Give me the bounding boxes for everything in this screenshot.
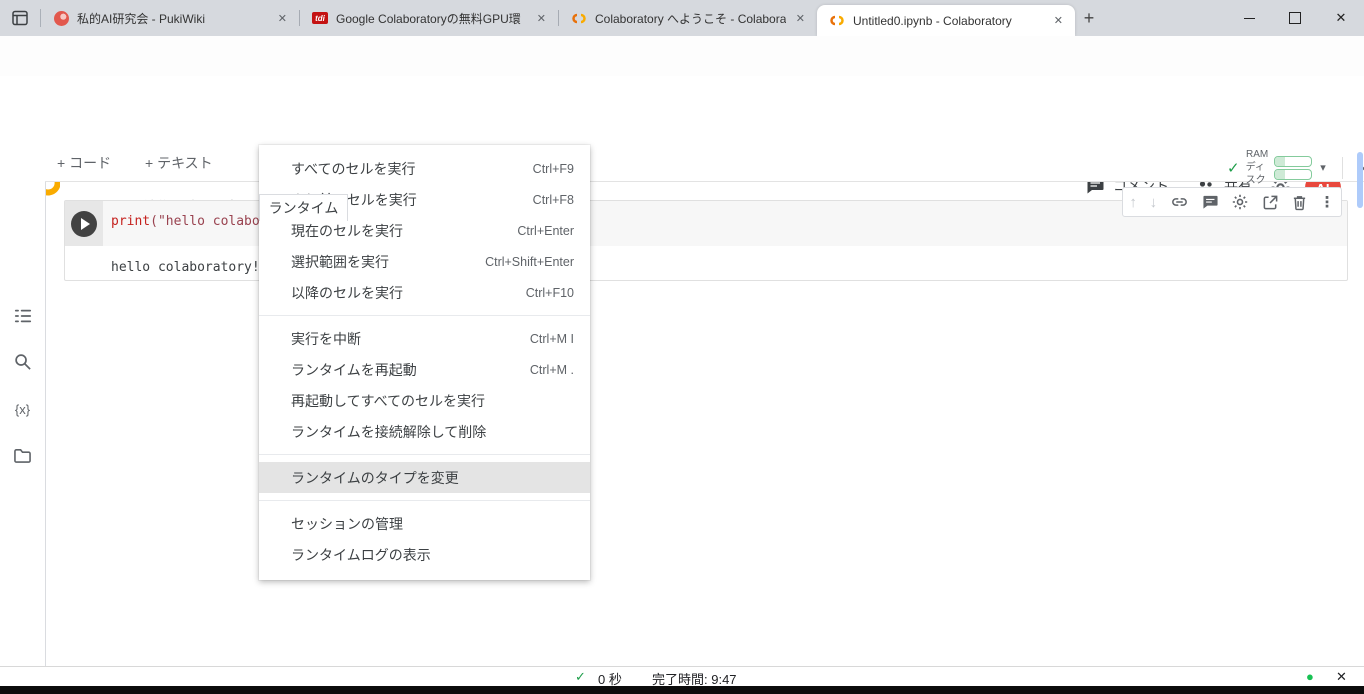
add-code-button[interactable]: + コード [57,153,111,173]
search-icon[interactable] [0,352,45,371]
menu-item-interrupt[interactable]: 実行を中断Ctrl+M I [259,323,590,354]
browser-tab-pukiwiki[interactable]: 私的AI研究会 - PukiWiki ✕ [41,0,299,36]
menu-divider [259,315,590,316]
add-text-button[interactable]: + テキスト [145,153,213,173]
browser-tab-bar: 私的AI研究会 - PukiWiki ✕ tdi Google Colabora… [0,0,1364,36]
menu-item-view-runtime-logs[interactable]: ランタイムログの表示 [259,539,590,570]
disk-gauge [1274,169,1312,180]
cell-toolbar: ↑ ↓ ⋮ [1122,187,1342,217]
window-close-button[interactable]: ✕ [1318,0,1364,36]
scrollbar-thumb[interactable] [1357,152,1363,208]
menu-item-run-all[interactable]: すべてのセルを実行Ctrl+F9 [259,153,590,184]
minimize-icon [1244,18,1255,19]
tab-overview-button[interactable] [0,0,40,36]
cell-gutter [65,201,103,246]
tab-close-icon[interactable]: ✕ [1052,14,1065,27]
variables-icon[interactable]: {x} [0,402,45,417]
tab-close-icon[interactable]: ✕ [794,12,807,25]
ram-gauge [1274,156,1312,167]
delete-cell-icon[interactable] [1292,194,1307,211]
menu-item-disconnect-delete[interactable]: ランタイムを接続解除して削除 [259,416,590,447]
tab-title: Google Colaboratoryの無料GPU環 [336,10,527,27]
status-dot-icon: ● [1306,669,1314,684]
cell-settings-gear-icon[interactable] [1231,193,1249,211]
menu-item-run-after[interactable]: 以降のセルを実行Ctrl+F10 [259,277,590,308]
tdi-favicon: tdi [312,10,328,26]
disk-label: ディスク [1246,161,1269,187]
window-minimize-button[interactable] [1226,0,1272,36]
open-in-editor-icon[interactable] [1262,194,1279,211]
menu-runtime-open[interactable]: ランタイム [259,194,348,221]
window-maximize-button[interactable] [1272,0,1318,36]
tab-title: Untitled0.ipynb - Colaboratory [853,14,1044,28]
taskbar-edge [0,686,1364,694]
table-of-contents-icon[interactable] [0,307,45,325]
screen: 私的AI研究会 - PukiWiki ✕ tdi Google Colabora… [0,0,1364,694]
tab-close-icon[interactable]: ✕ [276,12,289,25]
notebook-sidebar: {x} >_ [0,145,46,668]
cell-more-icon[interactable]: ⋮ [1320,193,1335,211]
resources-caret-icon[interactable]: ▾ [1320,161,1326,174]
status-close-icon[interactable]: ✕ [1336,669,1347,685]
window-controls: ✕ [1226,0,1364,36]
play-icon [81,218,90,230]
browser-navbar: https://colab.research.google.com/drive/… [0,36,1364,77]
resources-panel[interactable]: ✓ RAM ディスク ▾ [1227,148,1364,187]
menu-item-run-selection[interactable]: 選択範囲を実行Ctrl+Shift+Enter [259,246,590,277]
menu-item-restart-run-all[interactable]: 再起動してすべてのセルを実行 [259,385,590,416]
run-cell-button[interactable] [71,211,97,237]
move-cell-up-icon[interactable]: ↑ [1129,194,1137,211]
colab-favicon [829,13,845,29]
divider [1342,157,1343,179]
connected-check-icon: ✓ [1227,159,1240,177]
move-cell-down-icon[interactable]: ↓ [1150,194,1158,211]
notebook-toolbar: + コード + テキスト ✓ RAM ディスク ▾ [45,145,1364,182]
menu-item-change-runtime-type[interactable]: ランタイムのタイプを変更 [259,462,590,493]
menu-item-restart-runtime[interactable]: ランタイムを再起動Ctrl+M . [259,354,590,385]
add-comment-icon[interactable] [1202,195,1219,210]
new-tab-button[interactable]: + [1075,0,1103,36]
maximize-icon [1289,12,1301,24]
tab-overview-icon [10,8,30,28]
menu-divider [259,500,590,501]
ram-label: RAM [1246,148,1268,161]
execution-status-bar: ✓ 0 秒 完了時間: 9:47 ● ✕ [0,666,1364,687]
colab-header: Untitled0.ipynb ☆ ファイル 編集 表示 挿入 ランタイム ツー… [0,76,1364,146]
browser-tab-gpu-article[interactable]: tdi Google Colaboratoryの無料GPU環 ✕ [300,0,558,36]
menu-divider [259,454,590,455]
browser-tab-untitled0-active[interactable]: Untitled0.ipynb - Colaboratory ✕ [817,5,1075,36]
tab-title: 私的AI研究会 - PukiWiki [77,10,268,27]
pukiwiki-favicon [53,10,69,26]
link-to-cell-icon[interactable] [1170,194,1189,210]
status-check-icon: ✓ [575,669,586,685]
resource-gauges [1274,156,1312,180]
tab-close-icon[interactable]: ✕ [535,12,548,25]
browser-tab-colab-welcome[interactable]: Colaboratory へようこそ - Colabora ✕ [559,0,817,36]
colab-favicon [571,10,587,26]
cell-output: hello colaboratory! [65,246,1347,275]
files-folder-icon[interactable] [0,447,45,464]
tab-title: Colaboratory へようこそ - Colabora [595,10,786,27]
menu-item-manage-sessions[interactable]: セッションの管理 [259,508,590,539]
code-line[interactable]: print("hello colaborat [103,201,283,246]
